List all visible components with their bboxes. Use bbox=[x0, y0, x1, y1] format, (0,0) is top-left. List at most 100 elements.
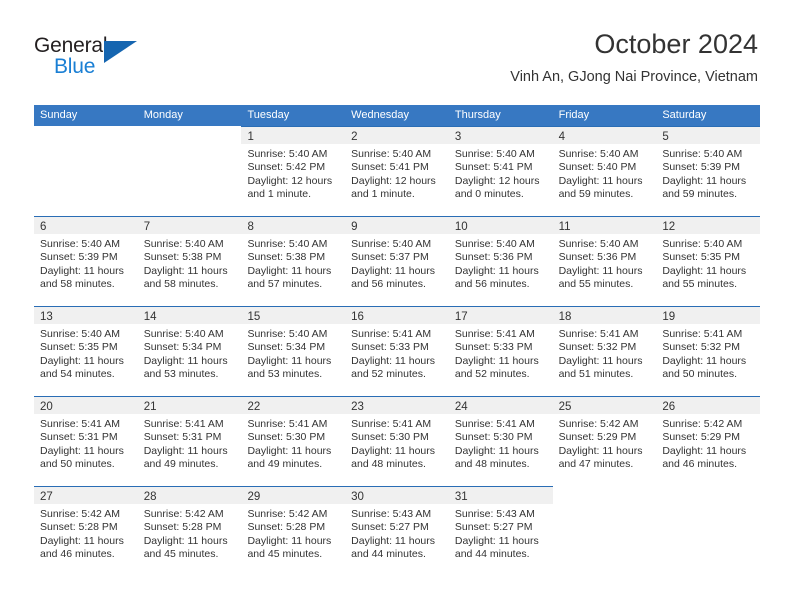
day-number: 22 bbox=[247, 401, 261, 413]
daylight-text-line1: Daylight: 11 hours bbox=[454, 264, 539, 277]
daylight-text-line2: and 44 minutes. bbox=[454, 548, 530, 561]
daylight-text-line2: and 56 minutes. bbox=[454, 278, 530, 291]
day-cell[interactable]: 9 Sunrise: 5:40 AM Sunset: 5:37 PM Daylight… bbox=[345, 216, 449, 306]
sunrise-text: Sunrise: 5:41 AM bbox=[454, 418, 535, 430]
daylight-text-line2: and 0 minutes. bbox=[454, 188, 524, 201]
daylight-text-line1: Daylight: 11 hours bbox=[40, 534, 124, 547]
daylight-text-line2: and 52 minutes. bbox=[454, 368, 530, 381]
day-number: 12 bbox=[662, 221, 676, 233]
day-cell[interactable]: 27 Sunrise: 5:42 AM Sunset: 5:28 PM Dayligh… bbox=[34, 486, 138, 576]
day-number: 25 bbox=[558, 401, 572, 413]
day-number: 28 bbox=[143, 491, 157, 503]
day-cell[interactable]: 26 Sunrise: 5:42 AM Sunset: 5:29 PM Dayligh… bbox=[656, 396, 761, 486]
day-number-band: 19 bbox=[656, 307, 761, 324]
daylight-text-line2: and 59 minutes. bbox=[558, 188, 634, 201]
day-cell[interactable]: 4 Sunrise: 5:40 AM Sunset: 5:40 PM Daylight… bbox=[552, 126, 657, 216]
day-cell-empty bbox=[138, 126, 242, 216]
day-number-band: 10 bbox=[448, 217, 553, 234]
day-details: Sunrise: 5:43 AM Sunset: 5:27 PM Daylight:… bbox=[345, 504, 449, 562]
sunset-text: Sunset: 5:34 PM bbox=[143, 341, 222, 354]
day-cell[interactable]: 8 Sunrise: 5:40 AM Sunset: 5:38 PM Daylight… bbox=[241, 216, 346, 306]
day-details: Sunrise: 5:41 AM Sunset: 5:32 PM Daylight:… bbox=[553, 324, 657, 382]
day-cell[interactable]: 12 Sunrise: 5:40 AM Sunset: 5:35 PM Dayligh… bbox=[656, 216, 761, 306]
daylight-text-line2: and 49 minutes. bbox=[247, 458, 323, 471]
day-details: Sunrise: 5:40 AM Sunset: 5:34 PM Daylight:… bbox=[241, 324, 345, 382]
day-cell[interactable]: 14 Sunrise: 5:40 AM Sunset: 5:34 PM Dayligh… bbox=[137, 306, 242, 396]
day-details: Sunrise: 5:40 AM Sunset: 5:35 PM Daylight:… bbox=[656, 234, 760, 292]
day-cell[interactable]: 21 Sunrise: 5:41 AM Sunset: 5:31 PM Dayligh… bbox=[137, 396, 242, 486]
sunset-text: Sunset: 5:33 PM bbox=[351, 341, 429, 354]
day-details: Sunrise: 5:42 AM Sunset: 5:28 PM Daylight:… bbox=[34, 504, 138, 562]
day-cell-empty bbox=[656, 486, 760, 576]
day-number-band: 21 bbox=[137, 397, 242, 414]
daylight-text-line1: Daylight: 11 hours bbox=[40, 444, 124, 457]
day-cell[interactable]: 6 Sunrise: 5:40 AM Sunset: 5:39 PM Daylight… bbox=[34, 216, 138, 306]
day-number-band: 9 bbox=[345, 217, 449, 234]
day-cell[interactable]: 11 Sunrise: 5:40 AM Sunset: 5:36 PM Dayligh… bbox=[552, 216, 657, 306]
day-cell[interactable]: 16 Sunrise: 5:41 AM Sunset: 5:33 PM Dayligh… bbox=[345, 306, 449, 396]
day-number: 7 bbox=[143, 221, 151, 233]
day-details: Sunrise: 5:40 AM Sunset: 5:38 PM Daylight:… bbox=[138, 234, 242, 292]
day-cell[interactable]: 2 Sunrise: 5:40 AM Sunset: 5:41 PM Daylight… bbox=[345, 126, 449, 216]
day-number-band: 31 bbox=[448, 487, 553, 504]
day-details: Sunrise: 5:40 AM Sunset: 5:36 PM Daylight:… bbox=[553, 234, 657, 292]
calendar-grid: Sunday Monday Tuesday Wednesday Thursday… bbox=[34, 105, 761, 576]
day-cell[interactable]: 5 Sunrise: 5:40 AM Sunset: 5:39 PM Daylight… bbox=[656, 126, 761, 216]
day-details: Sunrise: 5:41 AM Sunset: 5:31 PM Daylight:… bbox=[138, 414, 242, 472]
daylight-text-line1: Daylight: 12 hours bbox=[351, 174, 436, 187]
daylight-text-line2: and 46 minutes. bbox=[40, 548, 115, 561]
weekday-header-row: Sunday Monday Tuesday Wednesday Thursday… bbox=[34, 105, 760, 126]
day-cell[interactable]: 29 Sunrise: 5:42 AM Sunset: 5:28 PM Dayligh… bbox=[241, 486, 346, 576]
sunset-text: Sunset: 5:34 PM bbox=[247, 341, 326, 354]
day-cell[interactable]: 18 Sunrise: 5:41 AM Sunset: 5:32 PM Dayligh… bbox=[552, 306, 657, 396]
sunrise-text: Sunrise: 5:42 AM bbox=[40, 508, 120, 520]
day-cell[interactable]: 30 Sunrise: 5:43 AM Sunset: 5:27 PM Dayligh… bbox=[345, 486, 449, 576]
daylight-text-line2: and 58 minutes. bbox=[143, 278, 219, 291]
day-cell[interactable]: 15 Sunrise: 5:40 AM Sunset: 5:34 PM Dayligh… bbox=[241, 306, 346, 396]
daylight-text-line2: and 51 minutes. bbox=[558, 368, 634, 381]
sunset-text: Sunset: 5:36 PM bbox=[454, 251, 533, 264]
daylight-text-line1: Daylight: 11 hours bbox=[454, 444, 539, 457]
sunrise-text: Sunrise: 5:42 AM bbox=[558, 418, 639, 430]
day-cell[interactable]: 19 Sunrise: 5:41 AM Sunset: 5:32 PM Dayligh… bbox=[656, 306, 761, 396]
general-blue-logo[interactable]: General Blue bbox=[34, 34, 154, 86]
day-number-band: 26 bbox=[656, 397, 761, 414]
sunset-text: Sunset: 5:41 PM bbox=[454, 161, 533, 174]
day-number-band: 11 bbox=[552, 217, 657, 234]
day-cell[interactable]: 20 Sunrise: 5:41 AM Sunset: 5:31 PM Dayligh… bbox=[34, 396, 138, 486]
sunrise-text: Sunrise: 5:40 AM bbox=[247, 148, 328, 160]
day-cell[interactable]: 17 Sunrise: 5:41 AM Sunset: 5:33 PM Dayligh… bbox=[448, 306, 553, 396]
day-cell[interactable]: 23 Sunrise: 5:41 AM Sunset: 5:30 PM Dayligh… bbox=[345, 396, 449, 486]
weekday-thursday: Thursday bbox=[454, 109, 501, 121]
sunset-text: Sunset: 5:35 PM bbox=[662, 251, 740, 264]
location-subtitle: Vinh An, GJong Nai Province, Vietnam bbox=[510, 69, 758, 85]
day-cell[interactable]: 7 Sunrise: 5:40 AM Sunset: 5:38 PM Daylight… bbox=[137, 216, 242, 306]
day-details: Sunrise: 5:41 AM Sunset: 5:33 PM Daylight:… bbox=[345, 324, 449, 382]
day-number-band: 15 bbox=[241, 307, 346, 324]
weekday-tuesday: Tuesday bbox=[247, 109, 290, 121]
day-cell[interactable]: 1 Sunrise: 5:40 AM Sunset: 5:42 PM Daylight… bbox=[241, 126, 346, 216]
page-title: October 2024 bbox=[594, 29, 758, 59]
sunrise-text: Sunrise: 5:43 AM bbox=[351, 508, 432, 520]
sunrise-text: Sunrise: 5:41 AM bbox=[351, 328, 432, 340]
sunset-text: Sunset: 5:30 PM bbox=[351, 431, 429, 444]
day-cell[interactable]: 24 Sunrise: 5:41 AM Sunset: 5:30 PM Dayligh… bbox=[448, 396, 553, 486]
day-details: Sunrise: 5:40 AM Sunset: 5:37 PM Daylight:… bbox=[345, 234, 449, 292]
day-number: 1 bbox=[247, 131, 254, 143]
day-details: Sunrise: 5:43 AM Sunset: 5:27 PM Daylight:… bbox=[449, 504, 553, 562]
day-number: 16 bbox=[351, 311, 364, 323]
day-number: 4 bbox=[558, 131, 565, 143]
day-number: 6 bbox=[40, 221, 47, 233]
daylight-text-line1: Daylight: 11 hours bbox=[247, 354, 332, 367]
day-cell[interactable]: 31 Sunrise: 5:43 AM Sunset: 5:27 PM Dayligh… bbox=[448, 486, 553, 576]
sunset-text: Sunset: 5:28 PM bbox=[40, 521, 118, 534]
day-cell[interactable]: 3 Sunrise: 5:40 AM Sunset: 5:41 PM Daylight… bbox=[448, 126, 553, 216]
day-details: Sunrise: 5:41 AM Sunset: 5:30 PM Daylight:… bbox=[449, 414, 553, 472]
day-cell[interactable]: 10 Sunrise: 5:40 AM Sunset: 5:36 PM Dayligh… bbox=[448, 216, 553, 306]
sunrise-text: Sunrise: 5:40 AM bbox=[40, 328, 120, 340]
daylight-text-line1: Daylight: 11 hours bbox=[247, 534, 332, 547]
day-cell[interactable]: 25 Sunrise: 5:42 AM Sunset: 5:29 PM Dayligh… bbox=[552, 396, 657, 486]
day-cell[interactable]: 28 Sunrise: 5:42 AM Sunset: 5:28 PM Dayligh… bbox=[137, 486, 242, 576]
day-cell[interactable]: 13 Sunrise: 5:40 AM Sunset: 5:35 PM Dayligh… bbox=[34, 306, 138, 396]
day-cell[interactable]: 22 Sunrise: 5:41 AM Sunset: 5:30 PM Dayligh… bbox=[241, 396, 346, 486]
